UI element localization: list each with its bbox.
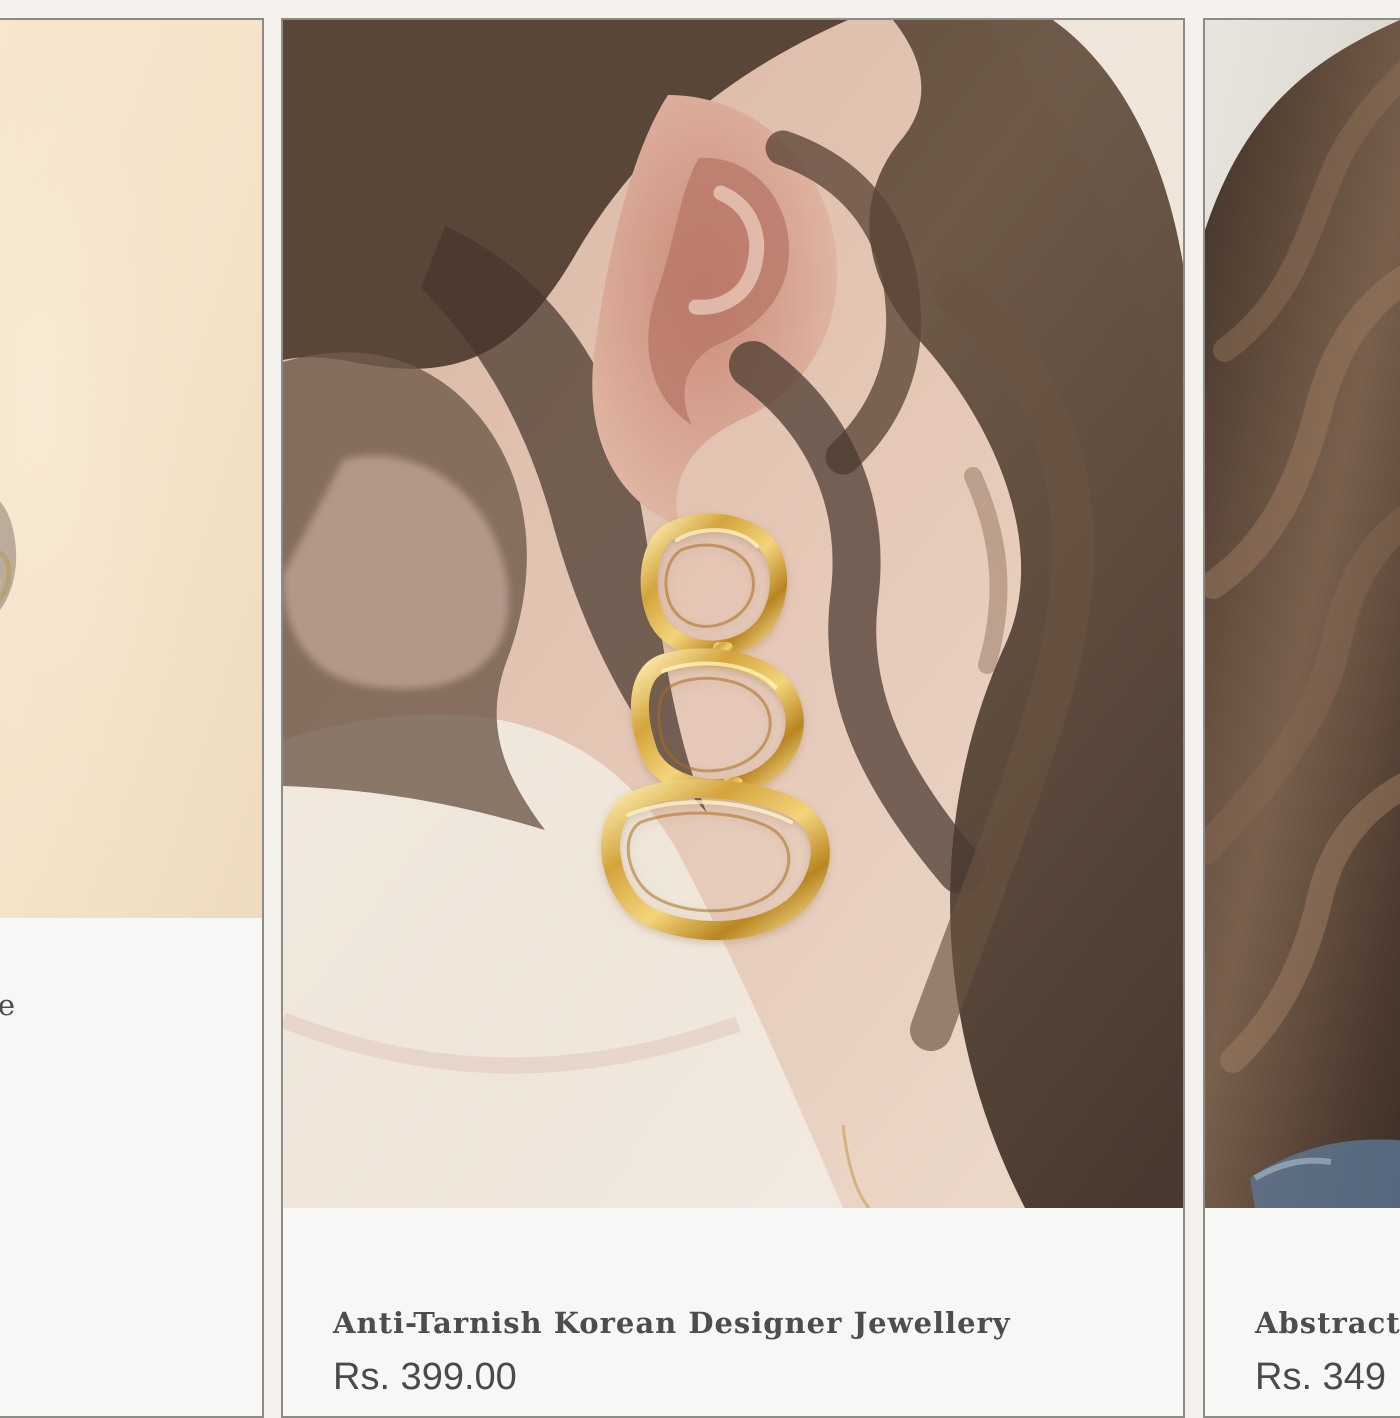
product-title[interactable]: Anti-Tarnish Korean Designer Jewellery: [333, 1306, 1011, 1340]
product-image-left[interactable]: [0, 20, 262, 918]
product-card-left-partial[interactable]: e: [0, 18, 264, 1418]
right-model-photo-illustration: [1205, 20, 1400, 1208]
product-card-abstract-partial[interactable]: Abstract C Rs. 349: [1203, 18, 1400, 1418]
left-product-photo-illustration: [0, 20, 262, 918]
earring-model-photo-illustration: [283, 20, 1183, 1208]
product-price: Rs. 349: [1255, 1356, 1386, 1398]
product-title[interactable]: Abstract C: [1255, 1306, 1400, 1340]
product-card-anti-tarnish[interactable]: Anti-Tarnish Korean Designer Jewellery R…: [281, 18, 1185, 1418]
product-image-abstract[interactable]: [1205, 20, 1400, 1208]
product-title[interactable]: e: [0, 988, 16, 1022]
product-grid: e: [0, 0, 1400, 1418]
product-price: Rs. 399.00: [333, 1356, 517, 1398]
product-image-anti-tarnish[interactable]: [283, 20, 1183, 1208]
